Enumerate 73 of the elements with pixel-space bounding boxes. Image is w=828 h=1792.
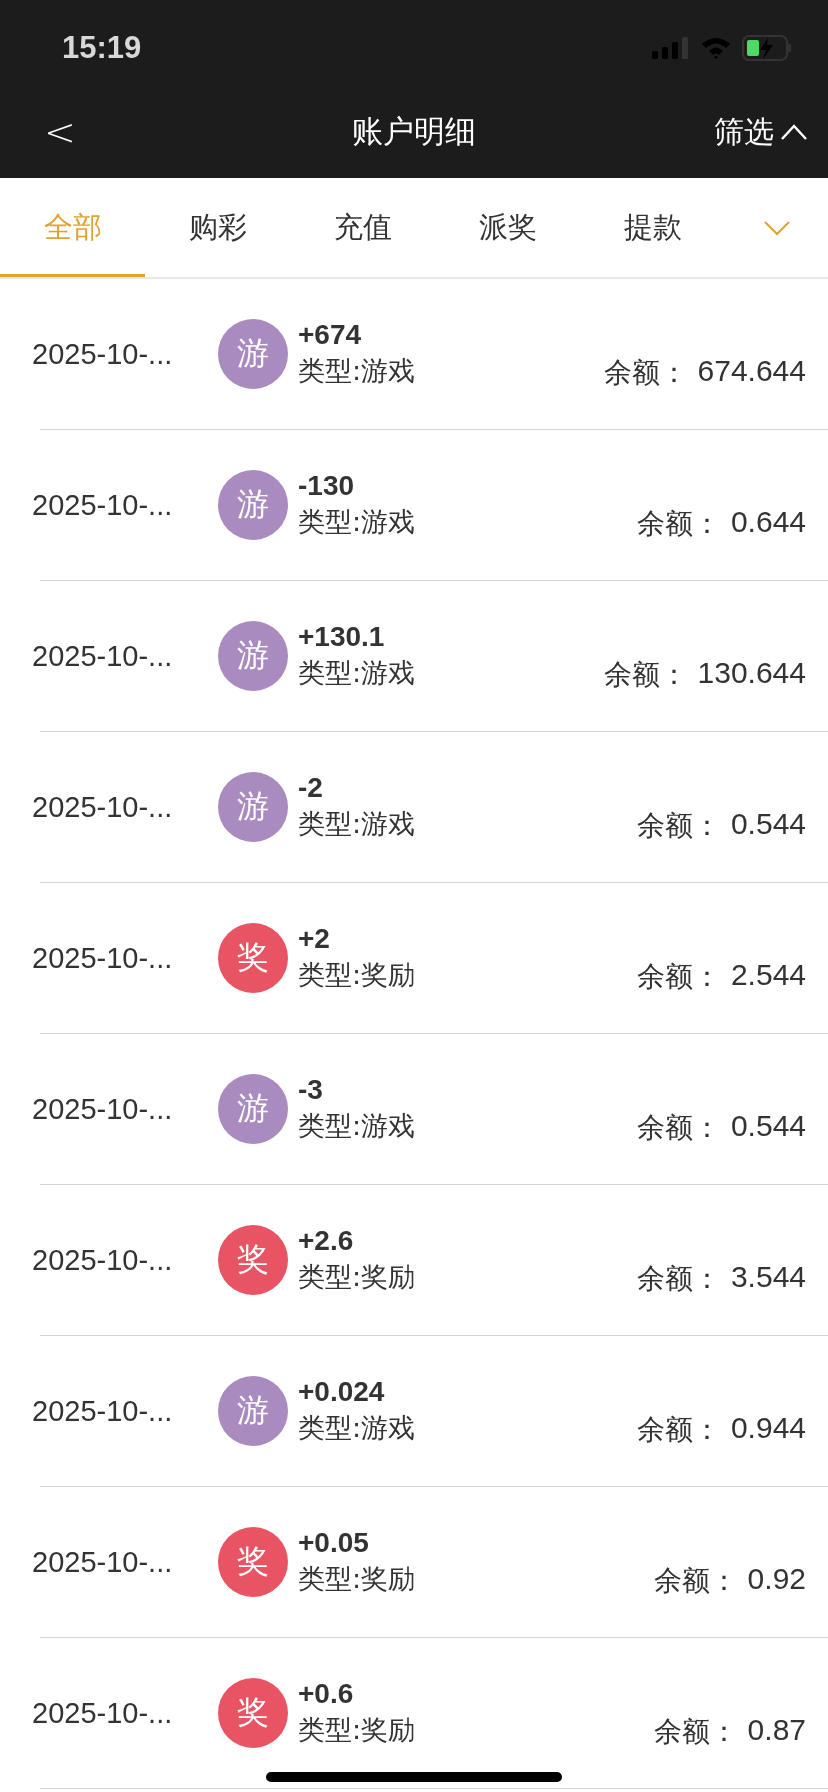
type-badge: 奖: [218, 1225, 288, 1295]
balance-value: 2.544: [730, 958, 806, 993]
amount-text: +0.6: [298, 1677, 355, 1711]
balance-value: 3.544: [730, 1260, 806, 1295]
balance-value: 0.944: [730, 1411, 806, 1446]
balance-label: 余额：: [653, 1563, 738, 1599]
type-badge: 游: [218, 470, 288, 540]
date-text: 2025-10-...: [32, 337, 174, 371]
wifi-icon: [700, 36, 732, 60]
amount-text: +2: [298, 922, 331, 956]
balance-label: 余额：: [636, 506, 721, 542]
chevron-up-icon: [780, 123, 808, 141]
back-button[interactable]: <: [36, 110, 84, 154]
date-text: 2025-10-...: [32, 1394, 174, 1428]
date-text: 2025-10-...: [32, 639, 174, 673]
date-text: 2025-10-...: [32, 488, 174, 522]
type-badge: 奖: [218, 1678, 288, 1748]
date-text: 2025-10-...: [32, 1696, 174, 1730]
type-badge: 游: [218, 772, 288, 842]
signal-icon: [652, 37, 690, 59]
date-text: 2025-10-...: [32, 1092, 174, 1126]
type-badge: 游: [218, 319, 288, 389]
type-text: 类型:游戏: [298, 656, 416, 690]
amount-text: +2.6: [298, 1224, 355, 1258]
type-badge: 奖: [218, 923, 288, 993]
type-badge: 游: [218, 621, 288, 691]
type-text: 类型:奖励: [298, 958, 416, 992]
balance-value: 0.544: [730, 807, 806, 842]
type-text: 类型:游戏: [298, 505, 416, 539]
amount-text: +0.05: [298, 1526, 370, 1560]
amount-text: +674: [298, 318, 363, 352]
type-text: 类型:游戏: [298, 807, 416, 841]
balance-value: 130.644: [697, 656, 806, 691]
type-text: 类型:奖励: [298, 1260, 416, 1294]
tab[interactable]: 提款: [580, 178, 725, 277]
tab[interactable]: 派奖: [435, 178, 580, 277]
tab[interactable]: 充值: [290, 178, 435, 277]
balance-value: 674.644: [697, 354, 806, 389]
type-badge: 游: [218, 1376, 288, 1446]
amount-text: -2: [298, 771, 324, 805]
amount-text: -130: [298, 469, 356, 503]
amount-text: -3: [298, 1073, 324, 1107]
type-text: 类型:游戏: [298, 1109, 416, 1143]
balance-label: 余额：: [653, 1714, 738, 1750]
type-text: 类型:奖励: [298, 1713, 416, 1747]
filter-button[interactable]: 筛选: [714, 111, 808, 153]
amount-text: +0.024: [298, 1375, 386, 1409]
date-text: 2025-10-...: [32, 790, 174, 824]
type-text: 类型:游戏: [298, 1411, 416, 1445]
balance-value: 0.644: [730, 505, 806, 540]
chevron-down-icon[interactable]: [763, 218, 791, 237]
type-badge: 奖: [218, 1527, 288, 1597]
date-text: 2025-10-...: [32, 1243, 174, 1277]
balance-value: 0.92: [747, 1562, 806, 1597]
balance-label: 余额：: [636, 808, 721, 844]
balance-label: 余额：: [636, 1261, 721, 1297]
page-title: 账户明细: [351, 112, 477, 151]
battery-icon: [742, 35, 792, 61]
balance-label: 余额：: [603, 355, 688, 391]
balance-label: 余额：: [636, 1412, 721, 1448]
balance-value: 0.544: [730, 1109, 806, 1144]
date-text: 2025-10-...: [32, 941, 174, 975]
balance-label: 余额：: [636, 959, 721, 995]
status-time: 15:19: [62, 30, 142, 66]
balance-label: 余额：: [636, 1110, 721, 1146]
date-text: 2025-10-...: [32, 1545, 174, 1579]
type-badge: 游: [218, 1074, 288, 1144]
balance-value: 0.87: [747, 1713, 806, 1748]
type-text: 类型:奖励: [298, 1562, 416, 1596]
tab[interactable]: 购彩: [145, 178, 290, 277]
type-text: 类型:游戏: [298, 354, 416, 388]
amount-text: +130.1: [298, 620, 386, 654]
balance-label: 余额：: [603, 657, 688, 693]
